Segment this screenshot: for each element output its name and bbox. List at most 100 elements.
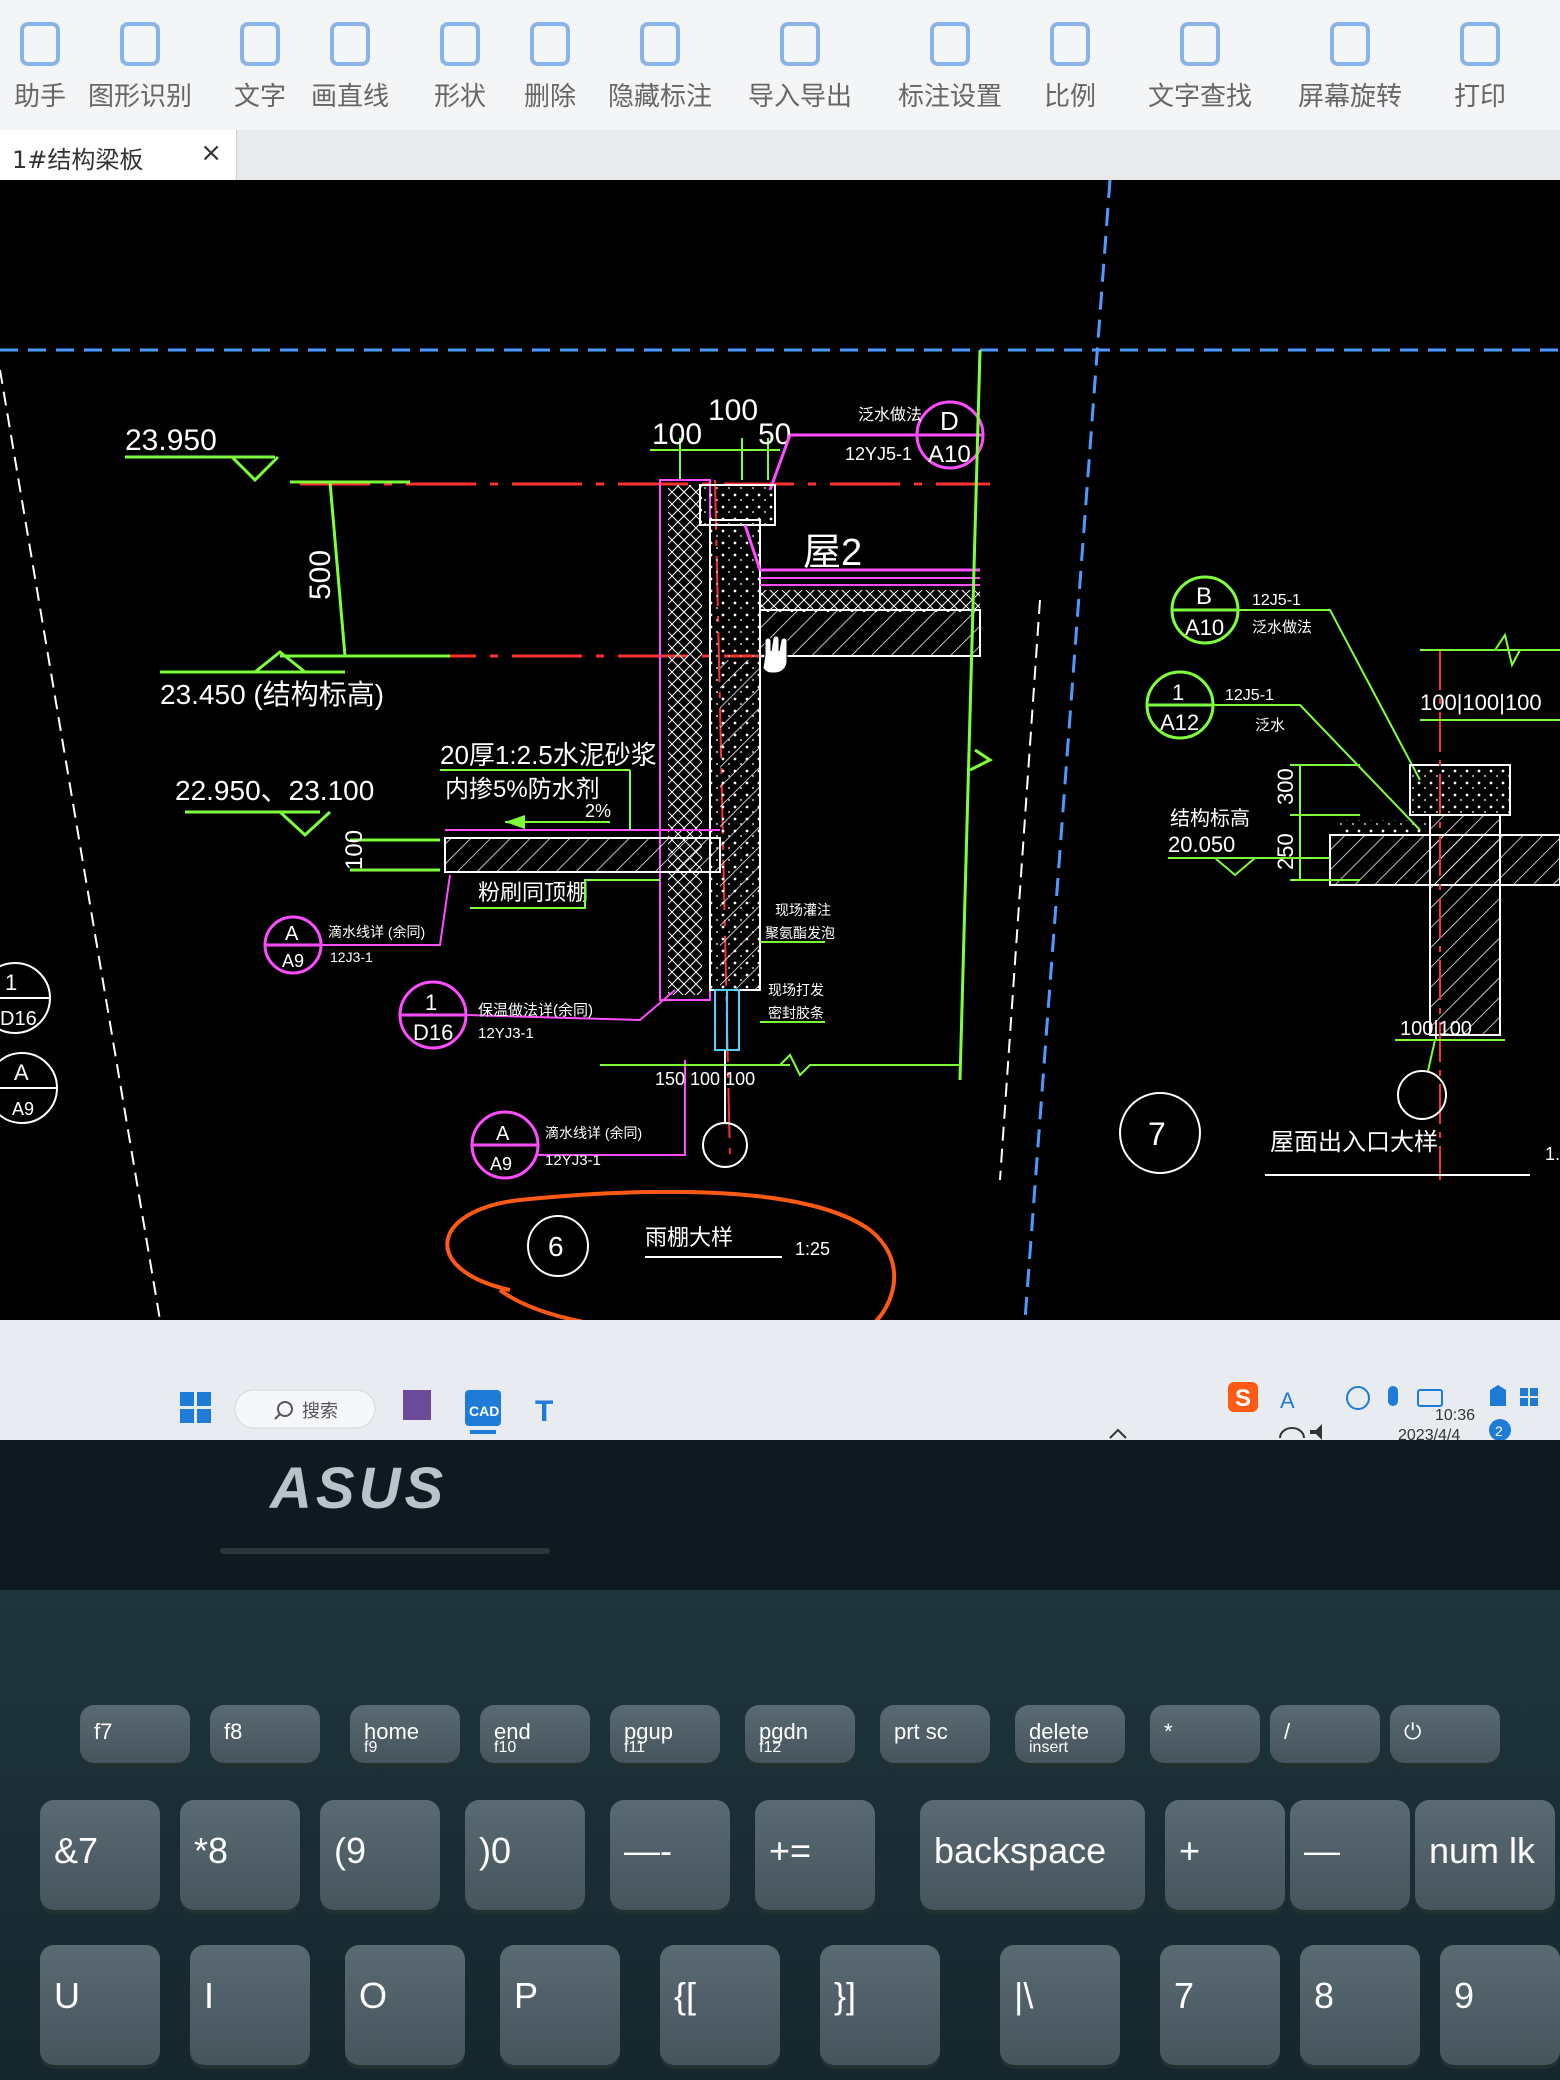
key-letter-8[interactable]: 8 [1300, 1945, 1420, 2065]
toolbar-item-12[interactable]: 打印 [1420, 10, 1540, 122]
key-letter-2[interactable]: O [345, 1945, 465, 2065]
wall-note-2: 聚氨酯发泡 [765, 925, 835, 941]
key-letter-9[interactable]: 9 [1440, 1945, 1560, 2065]
detail-ref-a-a9[interactable]: A A9 滴水线详 (余同) 12J3-1 [263, 874, 451, 975]
detail-ref-b-bottom: A10 [1185, 615, 1224, 640]
toolbar-item-10[interactable]: 文字查找 [1140, 10, 1260, 122]
key-sublabel: f10 [494, 1739, 517, 1756]
key-letter-4[interactable]: {[ [660, 1945, 780, 2065]
elevation-structural-mark: 23.450 (结构标高) [160, 650, 450, 710]
toolbar-item-9[interactable]: 比例 [1010, 10, 1130, 122]
key-fn-5[interactable]: pgdn f12 [745, 1705, 855, 1763]
key-num-8[interactable]: — [1290, 1800, 1410, 1910]
document-tab[interactable]: 1#结构梁板 × [0, 130, 237, 180]
toolbar-item-11[interactable]: 屏幕旋转 [1290, 10, 1410, 122]
shape-icon [430, 16, 490, 72]
detail-ref-a-bottom: A9 [282, 951, 304, 971]
canopy-section [444, 349, 993, 1081]
key-label: prt sc [894, 1719, 948, 1744]
toolbar-item-3[interactable]: 画直线 [290, 10, 410, 122]
detail-ref-a-std: 12J3-1 [330, 949, 373, 965]
left-ref-1-d16[interactable]: 1 D16 [0, 962, 51, 1034]
elevation-top-mark: 23.950 [125, 424, 280, 483]
ceiling-note-label: 粉刷同顶棚 [478, 880, 588, 905]
key-num-6[interactable]: backspace [920, 1800, 1145, 1910]
microphone-icon[interactable] [1388, 1386, 1398, 1406]
toolbar-item-label: 删除 [523, 82, 576, 112]
key-fn-4[interactable]: pgup f11 [610, 1705, 720, 1763]
hinge [220, 1548, 550, 1554]
slope-label: 2% [585, 801, 611, 821]
mortar-note-2: 内掺5%防水剂 [445, 776, 600, 803]
key-fn-2[interactable]: home f9 [350, 1705, 460, 1763]
key-label: num lk [1429, 1830, 1536, 1871]
key-fn-7[interactable]: delete insert [1015, 1705, 1125, 1763]
wifi-icon[interactable] [1279, 1427, 1305, 1439]
detail-6-name: 雨棚大样 [645, 1225, 733, 1250]
key-num-7[interactable]: + [1165, 1800, 1285, 1910]
key-fn-10[interactable]: ⏻ [1390, 1705, 1500, 1763]
detail-ref-1-bottom: D16 [413, 1020, 453, 1045]
toolbar-item-6[interactable]: 隐藏标注 [600, 10, 720, 122]
detail-ref-1-d16[interactable]: 1 D16 保温做法详(余同) 12YJ3-1 [398, 980, 676, 1050]
detail-ref-b-note: 泛水做法 [1252, 619, 1312, 636]
keyboard-icon[interactable] [1417, 1389, 1443, 1407]
close-tab-icon[interactable]: × [200, 138, 222, 168]
key-letter-3[interactable]: P [500, 1945, 620, 2065]
elevation-low-mark: 22.950、23.100 [175, 775, 374, 838]
clock-date[interactable]: 2023/4/4 [1398, 1427, 1460, 1440]
key-letter-6[interactable]: |\ [1000, 1945, 1120, 2065]
detail-ref-d-a10[interactable]: D A10 泛水做法 12YJ5-1 [768, 400, 985, 491]
clock-time[interactable]: 10:36 [1435, 1407, 1475, 1424]
detail-ref-1-std: 12YJ3-1 [478, 1025, 534, 1042]
windows-start-icon[interactable] [180, 1392, 211, 1423]
laptop-screen: 助手 图形识别 文字 画直线 形状 删除 隐藏标注 导入导出 标注设置 比例 文字查找 屏幕旋转 打印 … [0, 0, 1560, 1440]
skin-icon[interactable] [1490, 1385, 1506, 1406]
chevron-up-icon[interactable] [1109, 1428, 1127, 1439]
toolbar-item-5[interactable]: 删除 [490, 10, 610, 122]
key-fn-6[interactable]: prt sc [880, 1705, 990, 1763]
key-letter-5[interactable]: }] [820, 1945, 940, 2065]
detail-ref-1-a12[interactable]: 1 A12 12J5-1 泛水 [1145, 670, 1421, 831]
key-letter-0[interactable]: U [40, 1945, 160, 2065]
key-fn-1[interactable]: f8 [210, 1705, 320, 1763]
toolbar-item-label: 标注设置 [897, 82, 1002, 112]
detail-ref-b-a10[interactable]: B A10 12J5-1 泛水做法 [1170, 575, 1421, 781]
left-ref-a-a9[interactable]: A A9 [0, 1052, 58, 1124]
key-label: O [359, 1975, 388, 2016]
detail-ref-r1-bottom: A12 [1160, 710, 1199, 735]
dimension-top-left: 100 [652, 418, 702, 451]
toolbar-item-7[interactable]: 导入导出 [740, 10, 860, 122]
key-letter-7[interactable]: 7 [1160, 1945, 1280, 2065]
toolbar-item-1[interactable]: 图形识别 [80, 10, 200, 122]
key-label: f8 [224, 1719, 243, 1744]
key-num-0[interactable]: &7 [40, 1800, 160, 1910]
detail-ref-a-a9-bottom[interactable]: A A9 滴水线详 (余同) 12YJ3-1 [470, 1060, 686, 1180]
key-num-4[interactable]: —- [610, 1800, 730, 1910]
key-num-1[interactable]: *8 [180, 1800, 300, 1910]
svg-text:2: 2 [1495, 1423, 1503, 1439]
shape-recognition-icon [110, 16, 170, 72]
detail-ref-d-top: D [940, 406, 959, 436]
cad-drawing-canvas[interactable]: 23.950 500 23.450 (结构标高) 22.950、23.100 1… [0, 179, 1560, 1332]
hide-annotation-icon [630, 16, 690, 72]
detail-7-number: 7 [1148, 1116, 1166, 1152]
eraser-icon [520, 16, 580, 72]
key-num-lock[interactable]: num lk [1415, 1800, 1555, 1910]
key-fn-3[interactable]: end f10 [480, 1705, 590, 1763]
detail-ref-r1-top: 1 [1172, 680, 1184, 705]
key-fn-8[interactable]: * [1150, 1705, 1260, 1763]
toolbar-item-8[interactable]: 标注设置 [890, 10, 1010, 122]
key-fn-9[interactable]: / [1270, 1705, 1380, 1763]
key-num-5[interactable]: += [755, 1800, 875, 1910]
emoji-icon[interactable] [1346, 1386, 1370, 1410]
app-winrar-icon[interactable] [403, 1390, 431, 1420]
key-num-3[interactable]: )0 [465, 1800, 585, 1910]
key-fn-0[interactable]: f7 [80, 1705, 190, 1763]
app-text-tool-icon[interactable]: T [535, 1395, 553, 1428]
grid-icon[interactable] [1520, 1388, 1538, 1406]
left-ref-a-top: A [14, 1060, 29, 1085]
key-num-2[interactable]: (9 [320, 1800, 440, 1910]
key-letter-1[interactable]: I [190, 1945, 310, 2065]
volume-icon[interactable] [1310, 1424, 1322, 1440]
